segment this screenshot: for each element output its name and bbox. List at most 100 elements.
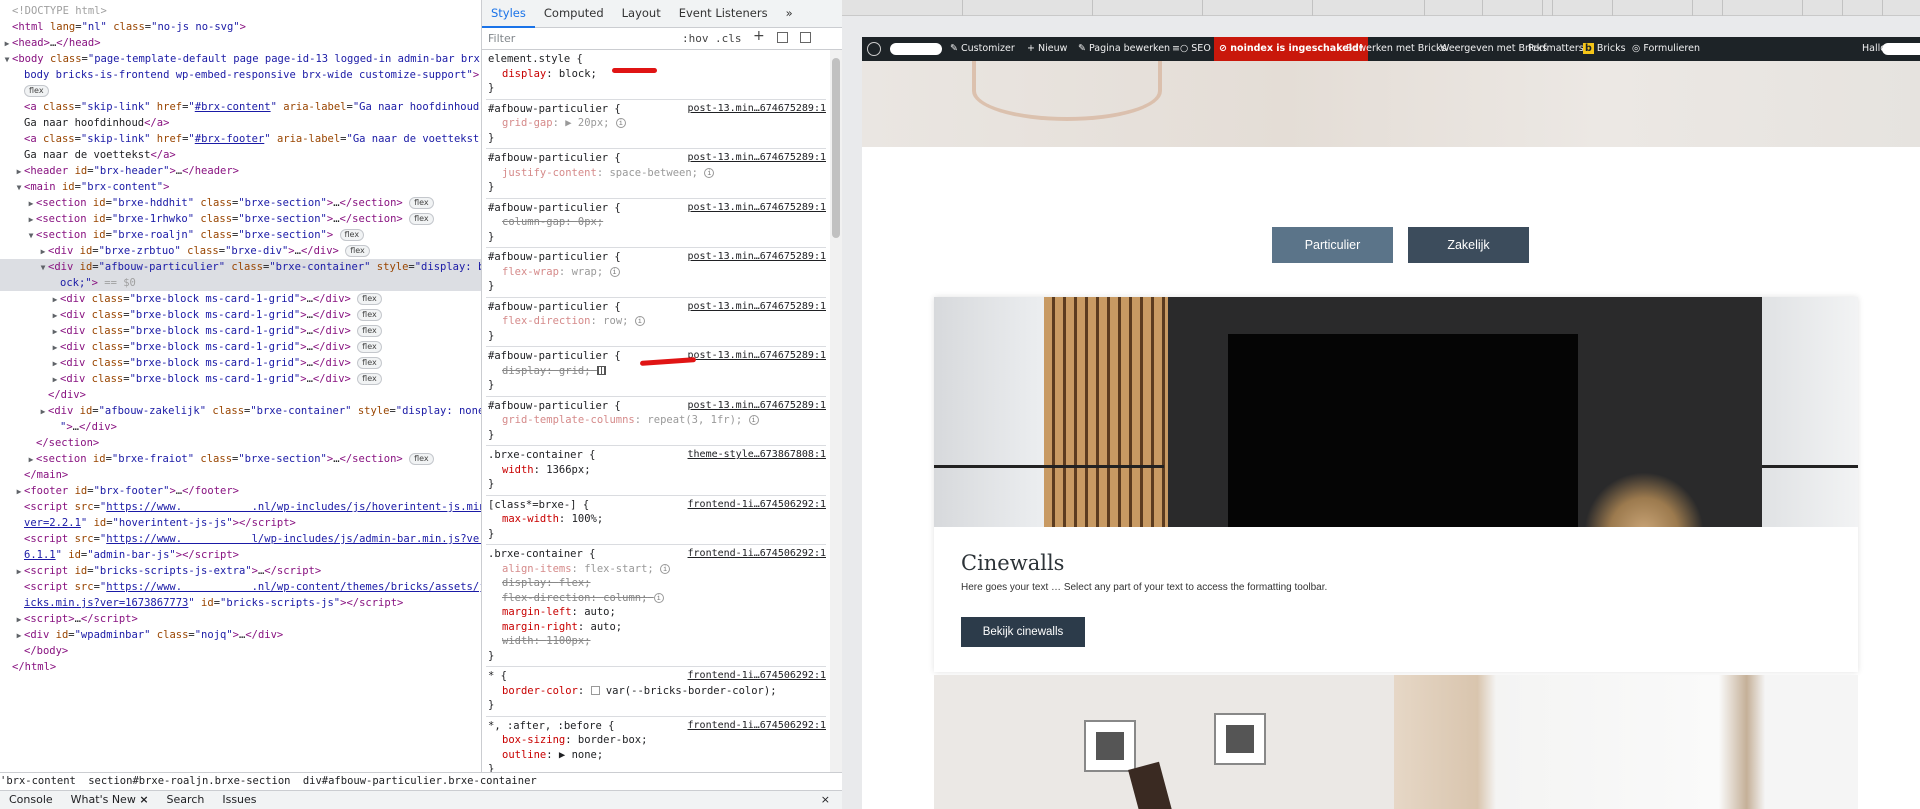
- info-icon[interactable]: i: [660, 563, 671, 574]
- dom-node-line[interactable]: ▶ <div class="brxe-block ms-card-1-grid">…: [0, 371, 481, 387]
- tab-event-listeners[interactable]: Event Listeners: [670, 0, 777, 27]
- rule-source-link[interactable]: post-13.min…674675289:1: [688, 300, 826, 315]
- dom-node-line[interactable]: 6.1.1" id="admin-bar-js"></script>: [0, 547, 481, 563]
- breadcrumb-item[interactable]: 'brx-content: [0, 775, 76, 787]
- style-declaration[interactable]: flex-wrap: wrap; i: [488, 265, 826, 280]
- style-rule[interactable]: #afbouw-particulier {post-13.min…6746752…: [486, 199, 826, 248]
- property-name[interactable]: grid-gap: [502, 117, 553, 129]
- dom-node-line[interactable]: </html>: [0, 659, 481, 675]
- tab-styles[interactable]: Styles: [482, 1, 535, 28]
- toggle-sidebar-icon[interactable]: [800, 32, 811, 43]
- breadcrumb-item[interactable]: section#brxe-roaljn.brxe-section: [88, 775, 290, 787]
- dom-node-line[interactable]: ▶ <div id="brxe-zrbtuo" class="brxe-div">…: [0, 243, 481, 259]
- expand-arrow-icon[interactable]: ▶: [38, 244, 48, 260]
- style-declaration[interactable]: box-sizing: border-box;: [488, 733, 826, 748]
- property-value[interactable]: auto;: [591, 621, 623, 633]
- info-icon[interactable]: i: [748, 415, 759, 425]
- dom-node-line[interactable]: <script src="https://www. l/wp-includes/…: [0, 531, 481, 547]
- style-declaration[interactable]: display: flex;: [488, 576, 826, 591]
- dom-node-line[interactable]: ▼ <main id="brx-content">: [0, 179, 481, 195]
- collapse-arrow-icon[interactable]: ▼: [38, 260, 48, 276]
- property-name[interactable]: outline: [502, 749, 546, 761]
- style-declaration[interactable]: justify-content: space-between; i: [488, 166, 826, 181]
- property-name[interactable]: width: [502, 635, 534, 647]
- style-declaration[interactable]: display: grid;: [488, 364, 826, 379]
- close-icon[interactable]: ×: [139, 793, 148, 806]
- dom-node-line[interactable]: ▶ <div class="brxe-block ms-card-1-grid">…: [0, 355, 481, 371]
- property-value[interactable]: ▶ 20px;: [565, 117, 609, 129]
- styles-filter-input[interactable]: Filter: [488, 32, 515, 47]
- dom-node-line[interactable]: ▶ <section id="brxe-fraiot" class="brxe-s…: [0, 451, 481, 467]
- style-declaration[interactable]: border-color: var(--bricks-border-color)…: [488, 684, 826, 699]
- rule-source-link[interactable]: post-13.min…674675289:1: [688, 250, 826, 265]
- expand-arrow-icon[interactable]: ▶: [50, 292, 60, 308]
- property-name[interactable]: column-gap: [502, 216, 565, 228]
- property-value[interactable]: repeat(3, 1fr);: [647, 414, 742, 426]
- expand-arrow-icon[interactable]: ▶: [2, 36, 12, 52]
- particulier-button[interactable]: Particulier: [1272, 227, 1393, 263]
- color-swatch-icon[interactable]: [590, 686, 600, 695]
- property-name[interactable]: flex-direction: [502, 315, 591, 327]
- dom-node-line[interactable]: ▼ <section id="brxe-roaljn" class="brxe-s…: [0, 227, 481, 243]
- style-declaration[interactable]: column-gap: 0px;: [488, 215, 826, 230]
- rule-source-link[interactable]: post-13.min…674675289:1: [688, 102, 826, 117]
- tab-layout[interactable]: Layout: [613, 0, 670, 27]
- style-declaration[interactable]: width: 1100px;: [488, 634, 826, 649]
- dom-node-line[interactable]: Ga naar hoofdinhoud</a>: [0, 115, 481, 131]
- noindex-warning[interactable]: ⊘ noindex is ingeschakeld!: [1214, 37, 1369, 61]
- property-value[interactable]: var(--bricks-border-color);: [606, 685, 777, 697]
- drawer-tab-search[interactable]: Search: [158, 791, 214, 809]
- property-name[interactable]: box-sizing: [502, 734, 565, 746]
- dom-node-line[interactable]: ▶ <div id="afbouw-zakelijk" class="brxe-c…: [0, 403, 481, 419]
- rule-source-link[interactable]: post-13.min…674675289:1: [688, 201, 826, 216]
- drawer-tab-whats-new[interactable]: What's New ×: [62, 791, 158, 809]
- dom-node-line[interactable]: <!DOCTYPE html>: [0, 3, 481, 19]
- dom-node-line[interactable]: icks.min.js?ver=1673867773" id="bricks-s…: [0, 595, 481, 611]
- breadcrumb-item[interactable]: div#afbouw-particulier.brxe-container: [303, 775, 537, 787]
- style-declaration[interactable]: display: block;: [488, 67, 826, 82]
- dom-node-line[interactable]: Ga naar de voettekst</a>: [0, 147, 481, 163]
- property-value[interactable]: flex-start;: [584, 563, 654, 575]
- dom-node-line[interactable]: ▶ <div class="brxe-block ms-card-1-grid">…: [0, 307, 481, 323]
- style-declaration[interactable]: outline: ▶ none;: [488, 748, 826, 763]
- element-state-icon[interactable]: [777, 32, 788, 43]
- collapse-arrow-icon[interactable]: ▼: [2, 52, 12, 68]
- rule-source-link[interactable]: frontend-1i…674506292:1: [688, 669, 826, 684]
- property-value[interactable]: flex;: [559, 577, 591, 589]
- expand-arrow-icon[interactable]: ▶: [14, 628, 24, 644]
- info-icon[interactable]: i: [615, 118, 626, 128]
- adminbar-edit-page[interactable]: ✎ Pagina bewerken: [1078, 37, 1170, 61]
- info-icon[interactable]: i: [704, 167, 715, 178]
- dom-node-line[interactable]: ▶ <script>…</script>: [0, 611, 481, 627]
- property-value[interactable]: 0px;: [578, 216, 603, 228]
- style-declaration[interactable]: margin-left: auto;: [488, 605, 826, 620]
- adminbar-bricks[interactable]: b Bricks: [1583, 37, 1626, 61]
- dom-node-line[interactable]: </body>: [0, 643, 481, 659]
- drawer-tab-issues[interactable]: Issues: [213, 791, 265, 809]
- more-tabs-button[interactable]: »: [777, 0, 802, 27]
- expand-arrow-icon[interactable]: ▶: [26, 452, 36, 468]
- style-declaration[interactable]: grid-gap: ▶ 20px; i: [488, 116, 826, 131]
- property-value[interactable]: 1366px;: [546, 464, 590, 476]
- style-declaration[interactable]: width: 1366px;: [488, 463, 826, 478]
- dom-node-line[interactable]: </section>: [0, 435, 481, 451]
- dom-node-line[interactable]: ▶ <header id="brx-header">…</header>: [0, 163, 481, 179]
- styles-scrollbar[interactable]: [830, 50, 842, 772]
- style-rule[interactable]: [class*=brxe-] {frontend-1i…674506292:1 m…: [486, 496, 826, 545]
- dom-node-line[interactable]: <script src="https://www. .nl/wp-include…: [0, 499, 481, 515]
- expand-arrow-icon[interactable]: ▶: [14, 484, 24, 500]
- expand-arrow-icon[interactable]: ▶: [50, 308, 60, 324]
- rule-source-link[interactable]: frontend-1i…674506292:1: [688, 547, 826, 562]
- grid-editor-icon[interactable]: [596, 366, 606, 375]
- property-value[interactable]: column;: [603, 592, 647, 604]
- zakelijk-button[interactable]: Zakelijk: [1408, 227, 1529, 263]
- hov-toggle[interactable]: :hov: [682, 32, 709, 47]
- property-name[interactable]: align-items: [502, 563, 572, 575]
- style-rule[interactable]: #afbouw-particulier {post-13.min…6746752…: [486, 397, 826, 446]
- wordpress-logo-icon[interactable]: [867, 42, 881, 56]
- style-rule[interactable]: #afbouw-particulier {post-13.min…6746752…: [486, 347, 826, 397]
- expand-arrow-icon[interactable]: ▶: [50, 340, 60, 356]
- dom-node-line[interactable]: </div>: [0, 387, 481, 403]
- new-rule-button[interactable]: +: [753, 29, 765, 44]
- style-rule[interactable]: #afbouw-particulier {post-13.min…6746752…: [486, 149, 826, 199]
